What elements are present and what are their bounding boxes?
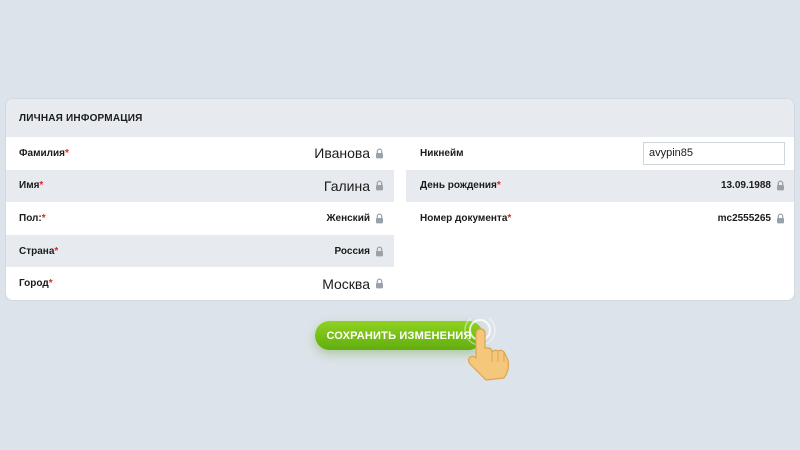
field-label-country: Страна* [19, 245, 59, 257]
required-mark: * [507, 212, 512, 224]
field-value-surname: Иванова [314, 145, 370, 162]
field-value-country: Россия [334, 245, 370, 257]
lock-icon [777, 213, 784, 224]
field-value-birthday: 13.09.1988 [720, 180, 771, 192]
field-value-gender: Женский [326, 212, 370, 224]
field-row-name: Имя* Галина [6, 169, 394, 203]
required-mark: * [64, 147, 69, 159]
field-value-document: mc2555265 [717, 212, 771, 224]
field-row-birthday: День рождения* 13.09.1988 [406, 169, 794, 203]
lock-icon [376, 148, 383, 159]
section-title: ЛИЧНАЯ ИНФОРМАЦИЯ [6, 99, 794, 137]
field-label-document: Номер документа* [420, 212, 512, 224]
right-fields-column: Никнейм День рождения* 13.09.1988 Номер … [394, 137, 794, 300]
nickname-input[interactable] [643, 141, 785, 165]
field-value-city: Москва [322, 275, 370, 292]
pointing-hand-icon [464, 318, 510, 381]
required-mark: * [496, 180, 501, 192]
required-mark: * [54, 245, 59, 257]
field-row-city: Город* Москва [6, 267, 394, 300]
field-label-name: Имя* [19, 180, 44, 192]
field-label-gender: Пол:* [19, 212, 46, 224]
required-mark: * [48, 278, 53, 290]
field-row-surname: Фамилия* Иванова [6, 137, 394, 170]
required-mark: * [39, 180, 44, 192]
lock-icon [376, 213, 383, 224]
personal-info-card: ЛИЧНАЯ ИНФОРМАЦИЯ Фамилия* Иванова Имя* … [5, 98, 795, 301]
left-fields-column: Фамилия* Иванова Имя* Галина Пол:* Женск… [6, 137, 394, 300]
lock-icon [777, 180, 784, 191]
field-label-surname: Фамилия* [19, 147, 69, 159]
field-label-birthday: День рождения* [420, 180, 501, 192]
lock-icon [376, 246, 383, 256]
lock-icon [376, 180, 383, 191]
lock-icon [376, 278, 383, 289]
field-row-country: Страна* Россия [6, 234, 394, 268]
field-label-nickname: Никнейм [420, 147, 464, 159]
field-row-nickname: Никнейм [406, 137, 794, 170]
field-row-document: Номер документа* mc2555265 [406, 202, 794, 235]
field-value-name: Галина [323, 177, 370, 194]
field-label-city: Город* [19, 278, 53, 290]
field-row-gender: Пол:* Женский [6, 202, 394, 235]
required-mark: * [41, 212, 46, 224]
